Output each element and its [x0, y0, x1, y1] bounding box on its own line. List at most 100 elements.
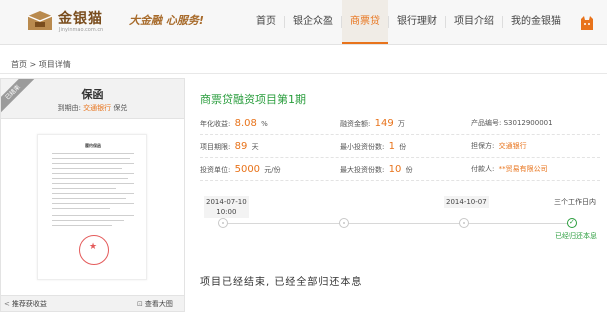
nav-bank-enterprise[interactable]: 银企众盈: [285, 0, 341, 44]
document-text-line: [52, 208, 110, 209]
document-text-line: [52, 198, 126, 199]
start-time: 10:00: [216, 208, 237, 216]
document-text-line: [52, 193, 134, 194]
product-number: 产品编号: S3012900001: [471, 118, 553, 128]
guarantee-subtitle: 到期由: 交通银行 保兑: [1, 103, 184, 113]
document-text-line: [52, 220, 124, 221]
project-timeline: 2014-07-10 10:00 2014-10-07 三个工作日内 已经归还本…: [200, 196, 600, 246]
document-text-line: [52, 183, 134, 184]
document-text-line: [52, 178, 128, 179]
mid-date: 2014-10-07: [446, 198, 487, 206]
timeline-end-label: 三个工作日内: [552, 196, 598, 208]
annual-rate-value: 8.08: [234, 118, 257, 129]
breadcrumb-divider: [0, 73, 607, 74]
guarantor-value: 交通银行: [498, 142, 527, 150]
document-text-line: [52, 225, 112, 226]
amount-value: 149: [374, 118, 394, 129]
document-text-line: [52, 153, 134, 154]
max-shares: 最大投资份数: 10 份: [340, 164, 413, 175]
max-shares-label: 最大投资份数:: [340, 166, 385, 174]
breadcrumb-home[interactable]: 首页: [11, 60, 27, 69]
breadcrumb-current: 项目详情: [38, 60, 71, 69]
guarantor-label: 担保方:: [471, 142, 495, 150]
timeline-node-complete: [567, 218, 577, 228]
logo-icon: [27, 11, 53, 30]
logo-name: 金银猫: [58, 11, 103, 27]
document-text-line: [52, 168, 122, 169]
timeline-mid-date: 2014-10-07: [444, 196, 489, 208]
guarantee-sub-suffix: 保兑: [113, 104, 128, 112]
cat-icon[interactable]: [578, 14, 596, 32]
top-header: 金银猫 Jinyinmao.com.cn 大金融 心服务! 首页 银企众盈 商票…: [0, 0, 607, 45]
nav-my-account[interactable]: 我的金银猫: [503, 0, 569, 44]
guarantor: 担保方: 交通银行: [471, 141, 529, 151]
timeline-node: [459, 218, 469, 228]
document-text-line: [52, 173, 134, 174]
guarantee-bank: 交通银行: [83, 104, 112, 112]
min-shares: 最小投资份数: 1 份: [340, 141, 406, 152]
term-unit: 天: [251, 143, 259, 151]
recommend-earn-button[interactable]: < 推荐获收益: [4, 298, 47, 311]
payer-value: **贸易有限公司: [498, 165, 548, 173]
document-text-line: [52, 215, 134, 216]
timeline-node: [339, 218, 349, 228]
min-shares-unit: 份: [399, 143, 407, 151]
payer: 付款人: **贸易有限公司: [471, 164, 550, 174]
zoom-icon: ⊡: [137, 300, 143, 308]
recommend-earn-label: 推荐获收益: [11, 300, 47, 308]
view-large-label: 查看大图: [144, 300, 173, 308]
investment-unit: 投资单位: 5000 元/份: [200, 164, 281, 175]
document-text-line: [52, 188, 116, 189]
nav-project-intro[interactable]: 项目介绍: [446, 0, 502, 44]
guarantee-title: 保函: [81, 88, 104, 101]
main-nav: 首页 银企众盈 商票贷 银行理财 项目介绍 我的金银猫: [248, 0, 569, 44]
document-text-line: [52, 203, 134, 204]
info-row: 投资单位: 5000 元/份 最大投资份数: 10 份 付款人: **贸易有限公…: [200, 158, 600, 181]
guarantee-document-image[interactable]: 履约保函: [37, 134, 147, 280]
document-title: 履约保函: [85, 143, 101, 148]
max-shares-value: 10: [388, 164, 402, 175]
logo-slogan: 大金融 心服务!: [129, 14, 204, 27]
product-no-label: 产品编号:: [471, 119, 502, 127]
nav-commercial-bill[interactable]: 商票贷: [342, 0, 388, 44]
annual-rate-label: 年化收益:: [200, 120, 231, 128]
end-label: 三个工作日内: [554, 198, 596, 206]
start-date: 2014-07-10: [206, 198, 247, 206]
timeline-node: [218, 218, 228, 228]
share-icon: <: [4, 300, 10, 308]
guarantee-footer: < 推荐获收益 ⊡ 查看大图: [1, 295, 184, 311]
red-seal-stamp: [79, 235, 109, 265]
info-row: 年化收益: 8.08 % 融资金额: 149 万 产品编号: S30129000…: [200, 112, 600, 135]
end-status: 已经归还本息: [555, 232, 597, 240]
term-value: 89: [234, 141, 248, 152]
term-label: 项目期限:: [200, 143, 231, 151]
nav-bank-finance[interactable]: 银行理财: [389, 0, 445, 44]
site-logo[interactable]: 金银猫 Jinyinmao.com.cn 大金融 心服务!: [26, 8, 204, 38]
guarantee-panel: 保函 到期由: 交通银行 保兑 已结束 履约保函 <推荐获收益 ⊡查看大图: [0, 78, 185, 312]
document-text-line: [52, 163, 134, 164]
view-large-button[interactable]: ⊡ 查看大图: [137, 298, 173, 311]
amount-label: 融资金额:: [340, 120, 371, 128]
annual-rate-unit: %: [261, 120, 268, 128]
max-shares-unit: 份: [405, 166, 413, 174]
project-term: 项目期限: 89 天: [200, 141, 259, 152]
unit-label: 投资单位:: [200, 166, 231, 174]
project-title: 商票贷融资项目第1期: [200, 93, 306, 106]
breadcrumb-separator: >: [29, 60, 37, 69]
min-shares-value: 1: [388, 141, 395, 152]
min-shares-label: 最小投资份数:: [340, 143, 385, 151]
breadcrumb: 首页 > 项目详情: [11, 59, 71, 70]
unit-unit: 元/份: [264, 166, 281, 174]
unit-value: 5000: [234, 164, 261, 175]
financing-amount: 融资金额: 149 万: [340, 118, 405, 129]
amount-unit: 万: [397, 120, 405, 128]
logo-domain: Jinyinmao.com.cn: [59, 27, 104, 33]
info-row: 项目期限: 89 天 最小投资份数: 1 份 担保方: 交通银行: [200, 135, 600, 158]
document-text-line: [52, 158, 130, 159]
nav-home[interactable]: 首页: [248, 0, 284, 44]
guarantee-header: 保函 到期由: 交通银行 保兑: [1, 79, 184, 119]
payer-label: 付款人:: [471, 165, 495, 173]
timeline-start-date: 2014-07-10 10:00: [204, 196, 249, 218]
completion-message: 项目已经结束, 已经全部归还本息: [200, 277, 363, 288]
annual-rate: 年化收益: 8.08 %: [200, 118, 268, 129]
